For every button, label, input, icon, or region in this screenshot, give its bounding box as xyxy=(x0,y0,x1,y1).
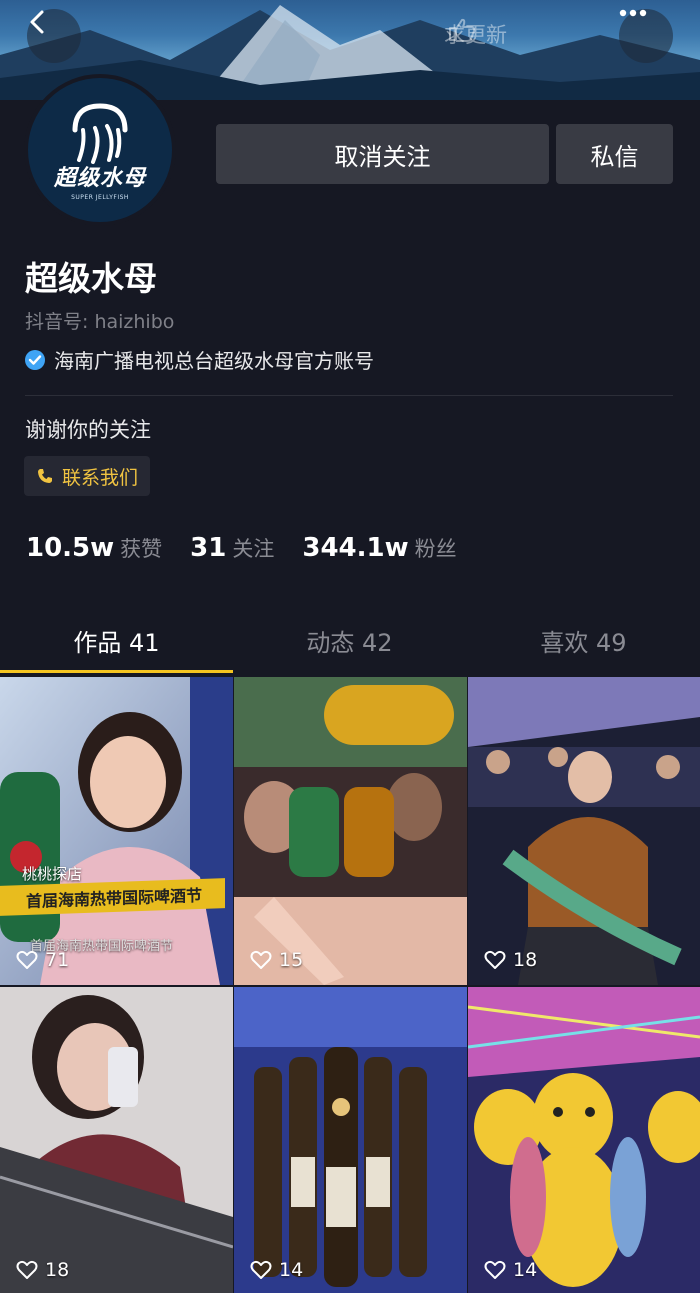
stat-likes-label: 获赞 xyxy=(120,537,163,561)
avatar-brand-text: 超级水母 xyxy=(53,165,146,191)
video-shop-tag: 桃桃探店 xyxy=(22,865,83,883)
unfollow-button[interactable]: 取消关注 xyxy=(216,124,549,184)
video-thumbnail-image xyxy=(234,987,467,1293)
douyin-id: 抖音号: haizhibo xyxy=(25,311,175,333)
stat-followers-value: 344.1w xyxy=(302,533,409,563)
video-like-count: 18 xyxy=(513,949,538,971)
video-thumbnail[interactable]: 18 xyxy=(468,677,700,985)
video-thumbnail-image xyxy=(234,677,467,985)
video-likes: 18 xyxy=(16,1259,69,1281)
tab-liked[interactable]: 喜欢 49 xyxy=(467,610,700,670)
video-thumbnail[interactable]: 14 xyxy=(468,987,700,1293)
profile-page: 求更新 超级水母 SUPER JELLYFISH 取消关注 私信 超级水母 抖音… xyxy=(0,0,700,1293)
more-button[interactable] xyxy=(619,9,673,63)
video-likes: 15 xyxy=(250,949,303,971)
video-like-count: 14 xyxy=(279,1259,304,1281)
back-button[interactable] xyxy=(27,9,81,63)
content-tabs: 作品 41 动态 42 喜欢 49 xyxy=(0,610,700,674)
video-likes: 71 xyxy=(16,949,69,971)
video-caption: 首届海南热带国际啤酒节 xyxy=(26,885,203,912)
stat-followers-label: 粉丝 xyxy=(414,537,457,561)
stat-following-value: 31 xyxy=(190,533,227,563)
heart-icon xyxy=(16,1260,38,1279)
video-thumbnail-image xyxy=(0,987,233,1293)
profile-name: 超级水母 xyxy=(25,259,157,298)
verified-check-icon xyxy=(25,349,45,370)
verified-text: 海南广播电视总台超级水母官方账号 xyxy=(54,349,374,373)
stat-following[interactable]: 31 关注 xyxy=(190,533,274,563)
tab-posts[interactable]: 动态 42 xyxy=(233,610,466,670)
jellyfish-logo-icon xyxy=(72,102,128,164)
heart-icon xyxy=(484,1260,506,1279)
contact-us-label: 联系我们 xyxy=(62,466,139,489)
message-button[interactable]: 私信 xyxy=(556,124,673,184)
video-likes: 18 xyxy=(484,949,537,971)
profile-stats: 10.5w 获赞 31 关注 344.1w 粉丝 xyxy=(26,533,485,563)
contact-us-button[interactable]: 联系我们 xyxy=(24,456,151,496)
video-likes: 14 xyxy=(484,1259,537,1281)
back-icon xyxy=(30,10,44,34)
avatar[interactable]: 超级水母 SUPER JELLYFISH xyxy=(24,74,176,226)
more-icon xyxy=(619,9,647,17)
video-thumbnail-image xyxy=(468,987,700,1293)
request-update-button[interactable]: 求更新 xyxy=(444,14,507,54)
avatar-brand-subtext: SUPER JELLYFISH xyxy=(71,193,129,201)
stat-likes[interactable]: 10.5w 获赞 xyxy=(26,533,162,563)
video-like-count: 71 xyxy=(45,949,70,971)
video-thumbnail[interactable]: 18 xyxy=(0,987,233,1293)
phone-icon xyxy=(38,469,52,483)
profile-bio: 谢谢你的关注 xyxy=(25,418,151,442)
video-like-count: 14 xyxy=(513,1259,538,1281)
video-thumbnail[interactable]: 15 xyxy=(234,677,467,985)
divider xyxy=(25,395,673,396)
hand-icon xyxy=(449,18,476,42)
stat-likes-value: 10.5w xyxy=(26,533,115,563)
video-thumbnail[interactable]: 14 xyxy=(234,987,467,1293)
video-like-count: 18 xyxy=(45,1259,70,1281)
heart-icon xyxy=(250,950,272,969)
stat-followers[interactable]: 344.1w 粉丝 xyxy=(302,533,456,563)
stat-following-label: 关注 xyxy=(232,537,275,561)
video-like-count: 15 xyxy=(279,949,304,971)
heart-icon xyxy=(16,950,38,969)
video-thumbnail-image xyxy=(468,677,700,985)
video-thumbnail[interactable]: 桃桃探店 首届海南热带国际啤酒节 首届海南热带国际啤酒节 71 xyxy=(0,677,233,985)
video-likes: 14 xyxy=(250,1259,303,1281)
active-tab-indicator xyxy=(0,670,233,673)
heart-icon xyxy=(484,950,506,969)
heart-icon xyxy=(250,1260,272,1279)
tab-works[interactable]: 作品 41 xyxy=(0,610,233,670)
verified-badge-row: 海南广播电视总台超级水母官方账号 xyxy=(24,345,374,374)
